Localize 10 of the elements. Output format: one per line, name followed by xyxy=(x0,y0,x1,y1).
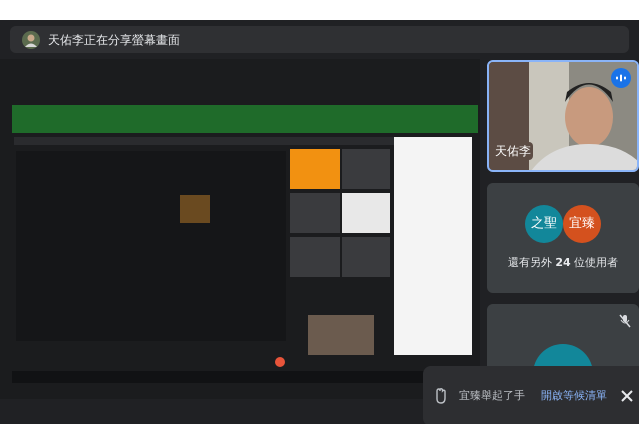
avatar: 宜臻 xyxy=(563,204,601,243)
others-count: 還有另外 24 位使用者 xyxy=(508,254,618,271)
toast-message: 宜臻舉起了手 xyxy=(459,388,525,404)
participant-name: 天佑李 xyxy=(493,142,533,160)
avatar-icon xyxy=(22,30,40,48)
close-icon[interactable] xyxy=(621,390,633,402)
banner-text: 天佑李正在分享螢幕畫面 xyxy=(48,32,180,48)
open-queue-link[interactable]: 開啟等候清單 xyxy=(541,388,607,404)
avatar: 之聖 xyxy=(525,204,563,243)
speaking-icon xyxy=(611,68,631,88)
